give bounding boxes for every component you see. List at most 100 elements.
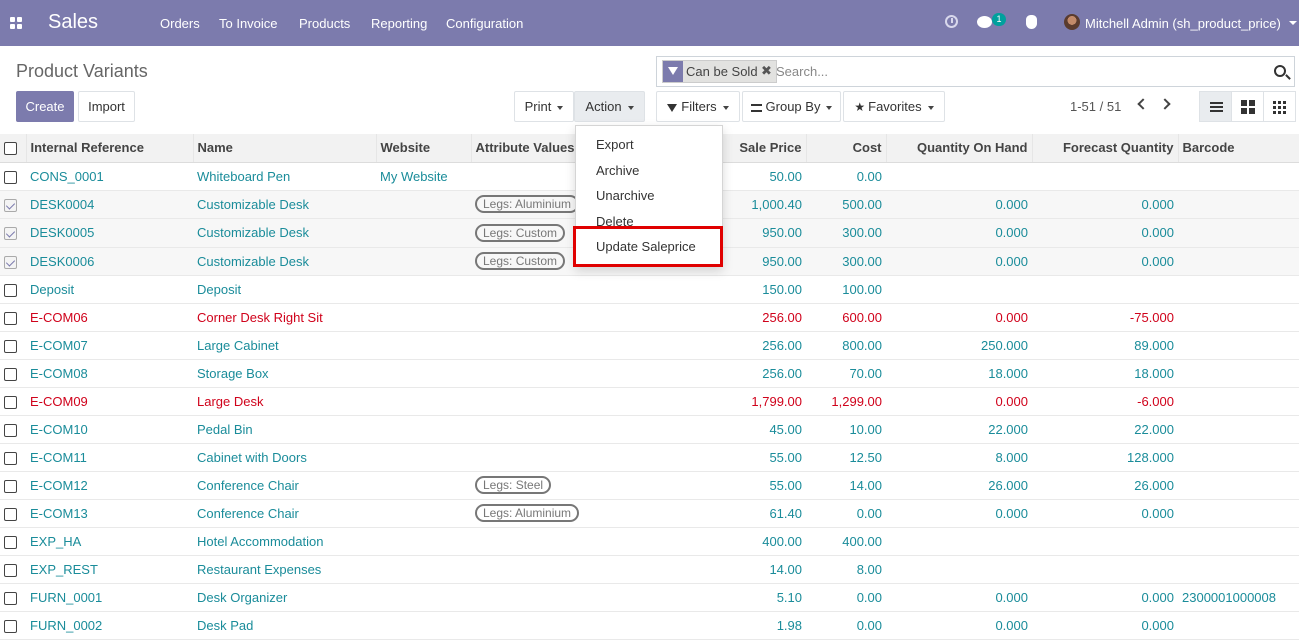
col-barcode[interactable]: Barcode xyxy=(1178,134,1299,163)
row-checkbox[interactable] xyxy=(4,591,17,605)
table-row[interactable]: E-COM07 Large Cabinet 256.00 800.00 250.000 8… xyxy=(0,331,1299,360)
app-brand[interactable]: Sales xyxy=(48,11,98,34)
kanban-view-button[interactable] xyxy=(1231,91,1264,122)
apps-menu-icon[interactable] xyxy=(10,17,22,29)
row-checkbox[interactable] xyxy=(4,367,17,381)
search-icon[interactable] xyxy=(1274,65,1286,77)
menu-products[interactable]: Products xyxy=(299,16,350,31)
col-cost[interactable]: Cost xyxy=(806,134,887,163)
chevron-down-icon xyxy=(927,105,934,110)
pager-previous-icon[interactable] xyxy=(1137,98,1149,110)
pager-value[interactable]: 1-51 / 51 xyxy=(1070,99,1121,114)
search-input[interactable] xyxy=(776,60,1256,83)
table-row[interactable]: E-COM12 Conference Chair Legs: Steel 55.00 1… xyxy=(0,471,1299,500)
print-button[interactable]: Print xyxy=(514,91,574,122)
select-all-checkbox[interactable] xyxy=(4,142,17,156)
table-row[interactable]: E-COM06 Corner Desk Right Sit 256.00 600.00… xyxy=(0,303,1299,332)
table-row[interactable]: EXP_REST Restaurant Expenses 14.00 8.00 xyxy=(0,555,1299,584)
row-checkbox[interactable] xyxy=(4,255,17,269)
row-checkbox[interactable] xyxy=(4,451,17,465)
cell-internal-reference: E-COM13 xyxy=(26,499,193,528)
table-row[interactable]: E-COM08 Storage Box 256.00 70.00 18.000 18.00… xyxy=(0,359,1299,388)
activity-clock-icon[interactable] xyxy=(945,15,958,28)
cell-name: Deposit xyxy=(193,275,376,304)
table-row[interactable]: EXP_HA Hotel Accommodation 400.00 400.00 xyxy=(0,527,1299,556)
row-checkbox[interactable] xyxy=(4,479,17,493)
cell-barcode xyxy=(1178,611,1299,640)
user-caret-icon[interactable] xyxy=(1289,21,1297,25)
cell-website xyxy=(376,443,471,472)
menu-item-unarchive[interactable]: Unarchive xyxy=(596,188,655,203)
table-row[interactable]: E-COM11 Cabinet with Doors 55.00 12.50 8.000… xyxy=(0,443,1299,472)
row-checkbox[interactable] xyxy=(4,311,17,325)
cell-barcode xyxy=(1178,555,1299,584)
cell-cost: 300.00 xyxy=(806,218,886,248)
row-checkbox[interactable] xyxy=(4,535,17,549)
cell-quantity-on-hand: 22.000 xyxy=(886,415,1032,444)
table-row[interactable]: Deposit Deposit 150.00 100.00 xyxy=(0,275,1299,304)
remove-facet-icon[interactable]: ✖ xyxy=(761,63,772,79)
row-checkbox[interactable] xyxy=(4,619,17,633)
cell-attribute-values xyxy=(471,583,610,612)
avatar[interactable] xyxy=(1064,14,1080,30)
cell-cost: 800.00 xyxy=(806,331,886,360)
action-button[interactable]: Action xyxy=(574,91,645,122)
user-menu[interactable]: Mitchell Admin (sh_product_price) xyxy=(1085,16,1281,31)
select-all-header xyxy=(0,134,27,163)
favorites-button[interactable]: ★ Favorites xyxy=(843,91,945,122)
menu-orders[interactable]: Orders xyxy=(160,16,200,31)
cell-quantity-on-hand xyxy=(886,275,1032,304)
col-name[interactable]: Name xyxy=(193,134,377,163)
filters-button[interactable]: Filters xyxy=(656,91,740,122)
row-checkbox[interactable] xyxy=(4,423,17,437)
col-quantity-on-hand[interactable]: Quantity On Hand xyxy=(886,134,1033,163)
menu-reporting[interactable]: Reporting xyxy=(371,16,427,31)
col-internal-reference[interactable]: Internal Reference xyxy=(26,134,194,163)
row-select xyxy=(0,190,26,219)
pager-next-icon[interactable] xyxy=(1159,98,1171,110)
cell-cost: 1,299.00 xyxy=(806,387,886,416)
menu-item-archive[interactable]: Archive xyxy=(596,163,639,178)
col-website[interactable]: Website xyxy=(376,134,472,163)
menu-to-invoice[interactable]: To Invoice xyxy=(219,16,278,31)
row-checkbox[interactable] xyxy=(4,507,17,521)
table-row[interactable]: E-COM10 Pedal Bin 45.00 10.00 22.000 22.000 xyxy=(0,415,1299,444)
attribute-tag: Legs: Custom xyxy=(475,223,566,242)
cell-sale-price: 45.00 xyxy=(610,415,806,444)
row-checkbox[interactable] xyxy=(4,339,17,353)
group-by-button[interactable]: Group By xyxy=(742,91,841,122)
cell-internal-reference: E-COM12 xyxy=(26,471,193,500)
row-checkbox[interactable] xyxy=(4,227,17,241)
filter-icon xyxy=(667,103,678,112)
cell-internal-reference: E-COM06 xyxy=(26,303,193,332)
table-row[interactable]: FURN_0001 Desk Organizer 5.10 0.00 0.000 0.00… xyxy=(0,583,1299,612)
import-button[interactable]: Import xyxy=(78,91,135,122)
table-row[interactable]: E-COM09 Large Desk 1,799.00 1,299.00 0.000 -6… xyxy=(0,387,1299,416)
cell-internal-reference: DESK0005 xyxy=(26,218,193,248)
row-checkbox[interactable] xyxy=(4,395,17,409)
row-checkbox[interactable] xyxy=(4,563,17,577)
attribute-tag: Legs: Aluminium xyxy=(475,195,580,213)
chevron-down-icon xyxy=(627,105,634,110)
table-row[interactable]: E-COM13 Conference Chair Legs: Aluminium 61… xyxy=(0,499,1299,528)
cell-cost: 0.00 xyxy=(806,611,886,640)
menu-configuration[interactable]: Configuration xyxy=(446,16,523,31)
cell-attribute-values xyxy=(471,359,610,388)
attribute-tag: Legs: Aluminium xyxy=(475,504,580,522)
row-checkbox[interactable] xyxy=(4,170,17,184)
col-forecast-quantity[interactable]: Forecast Quantity xyxy=(1032,134,1179,163)
cell-name: Customizable Desk xyxy=(193,247,376,276)
pivot-view-button[interactable] xyxy=(1263,91,1296,122)
debug-bug-icon[interactable] xyxy=(1026,15,1037,29)
search-facet: Can be Sold ✖ xyxy=(662,60,777,83)
row-checkbox[interactable] xyxy=(4,198,17,212)
row-checkbox[interactable] xyxy=(4,283,17,297)
create-button[interactable]: Create xyxy=(16,91,74,122)
cell-forecast-quantity xyxy=(1032,527,1178,556)
menu-item-export[interactable]: Export xyxy=(596,137,634,152)
row-select xyxy=(0,331,26,360)
list-view-button[interactable] xyxy=(1199,91,1232,122)
cell-quantity-on-hand xyxy=(886,162,1032,191)
table-row[interactable]: FURN_0002 Desk Pad 1.98 0.00 0.000 0.000 xyxy=(0,611,1299,640)
messaging-icon[interactable] xyxy=(977,16,992,28)
